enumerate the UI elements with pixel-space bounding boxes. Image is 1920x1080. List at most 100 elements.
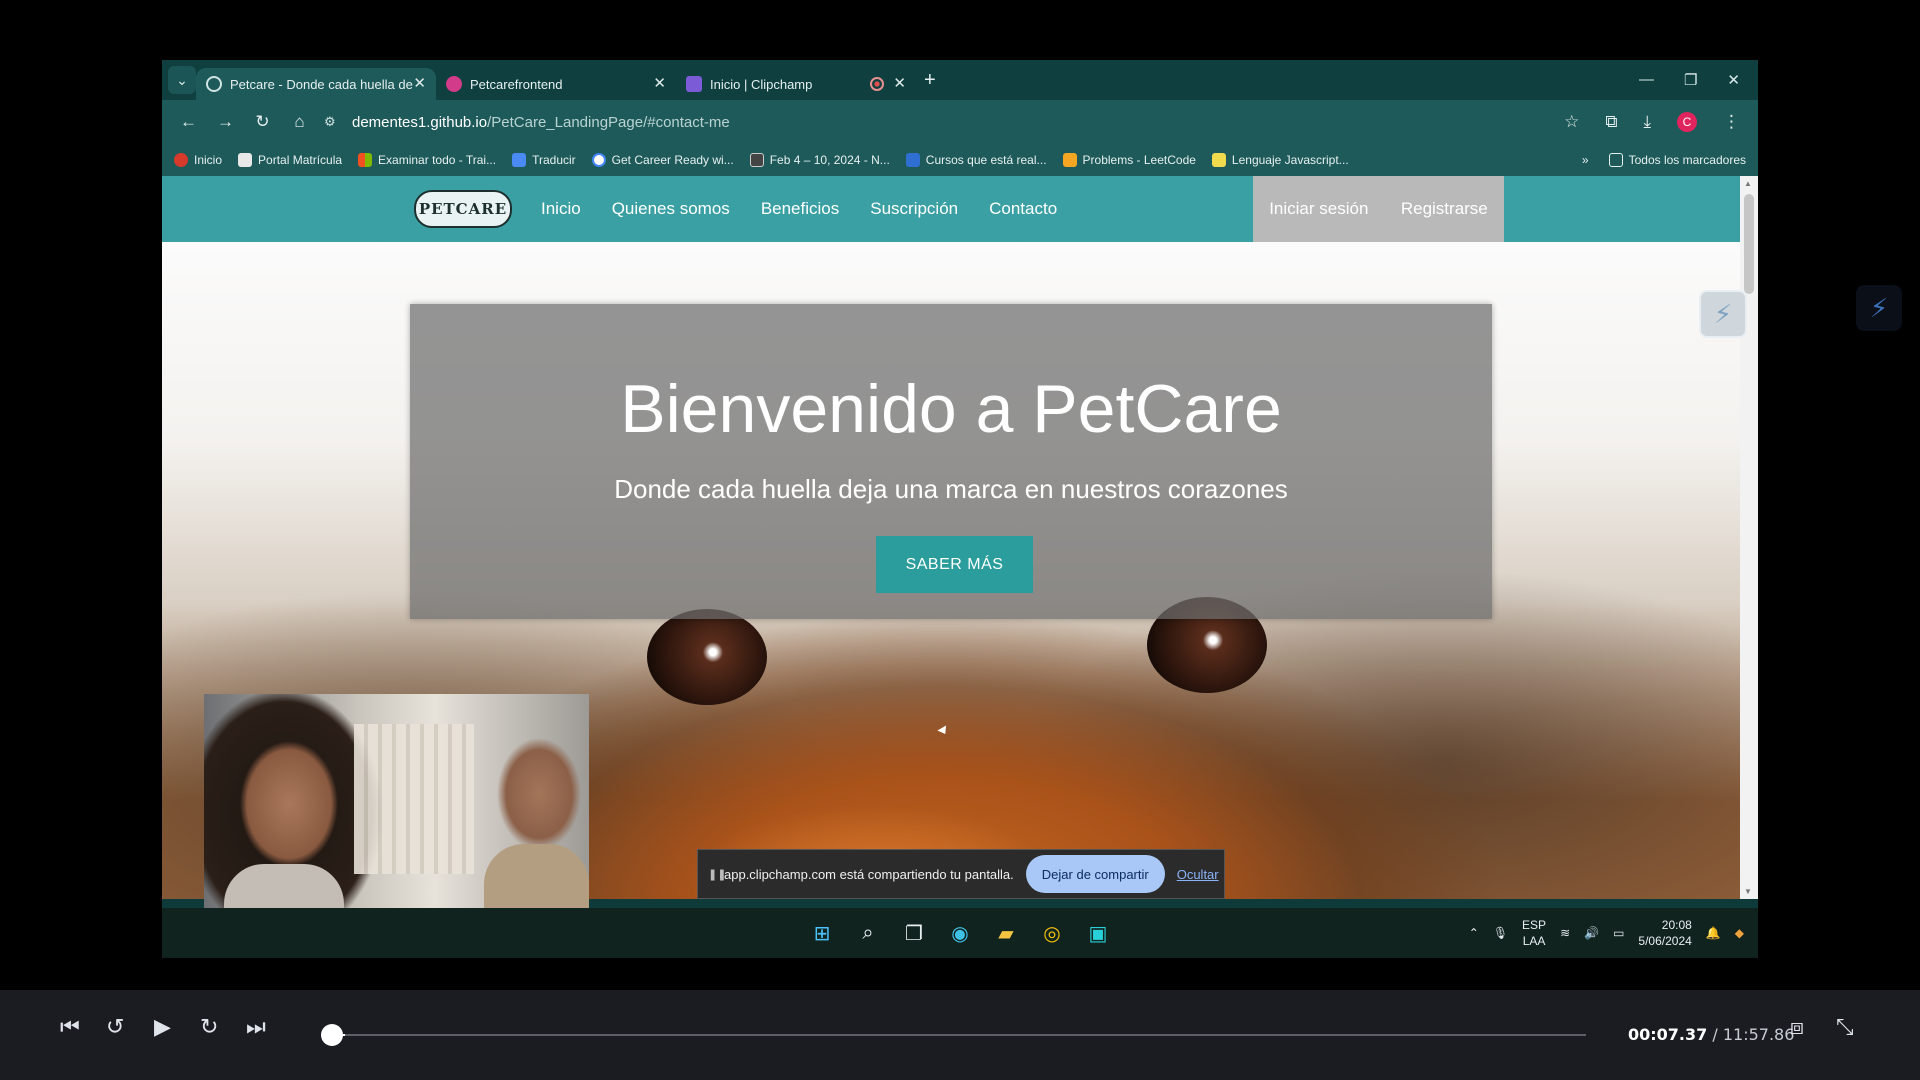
menu-icon[interactable]: ⋮ xyxy=(1723,112,1740,132)
page-scrollbar[interactable]: ▲ ▼ xyxy=(1740,176,1758,899)
close-tab-icon[interactable]: ✕ xyxy=(653,74,666,92)
playback-time: 00:07.37 / 11:57.86 xyxy=(1628,1025,1795,1044)
site-navbar: PETCARE Inicio Quienes somos Beneficios … xyxy=(162,176,1740,242)
more-bookmarks-icon[interactable]: » xyxy=(1582,153,1589,167)
task-view-icon[interactable]: ❐ xyxy=(898,917,930,949)
toolbar-icons: ☆ ⧉ ⤓ C ⋮ xyxy=(1564,112,1758,132)
tab-title: Petcare - Donde cada huella de xyxy=(230,76,413,92)
edge-icon[interactable]: ◉ xyxy=(944,917,976,949)
window-controls: — ❐ ✕ xyxy=(1639,71,1758,89)
seek-knob[interactable] xyxy=(321,1024,343,1046)
language-indicator[interactable]: ESP LAA xyxy=(1522,917,1546,949)
bookmarks-bar: Inicio Portal Matrícula Examinar todo - … xyxy=(162,144,1758,176)
bookmark-item[interactable]: Problems - LeetCode xyxy=(1062,153,1196,167)
login-link[interactable]: Iniciar sesión xyxy=(1269,199,1368,219)
clock[interactable]: 20:08 5/06/2024 xyxy=(1638,917,1691,949)
webcam-person-right xyxy=(484,844,589,910)
back-icon[interactable]: ← xyxy=(170,112,207,132)
webstorm-icon[interactable]: ▣ xyxy=(1082,917,1114,949)
clipchamp-icon xyxy=(686,76,702,92)
notifications-icon[interactable]: 🔔 xyxy=(1706,926,1721,940)
nav-link-beneficios[interactable]: Beneficios xyxy=(761,199,839,219)
new-tab-icon[interactable]: + xyxy=(924,69,936,92)
play-icon[interactable]: ▶ xyxy=(154,1014,171,1040)
tab-clipchamp[interactable]: Inicio | Clipchamp ✕ xyxy=(676,68,916,100)
seek-bar[interactable] xyxy=(332,1034,1586,1036)
site-settings-icon[interactable]: ⚙ xyxy=(324,114,352,130)
skip-to-start-icon[interactable]: ⏮ xyxy=(60,1014,80,1040)
chrome-icon[interactable]: ◎ xyxy=(1036,917,1068,949)
scroll-down-icon[interactable]: ▼ xyxy=(1744,887,1752,896)
tab-search-icon[interactable]: ⌄ xyxy=(168,66,196,94)
bookmark-item[interactable]: Lenguaje Javascript... xyxy=(1211,153,1349,167)
petcare-logo[interactable]: PETCARE xyxy=(414,190,512,228)
tab-title: Inicio | Clipchamp xyxy=(710,76,813,92)
search-icon[interactable]: ⌕ xyxy=(852,917,884,949)
nav-link-contacto[interactable]: Contacto xyxy=(989,199,1057,219)
saber-mas-button[interactable]: SABER MÁS xyxy=(876,536,1033,593)
webcam-curtain xyxy=(354,724,474,874)
tab-petcarefrontend[interactable]: Petcarefrontend ✕ xyxy=(436,68,676,100)
drag-handle-icon[interactable]: ❚❚ xyxy=(708,868,726,881)
all-bookmarks-folder[interactable]: Todos los marcadores xyxy=(1608,153,1746,167)
close-tab-icon[interactable]: ✕ xyxy=(893,74,906,92)
file-explorer-icon[interactable]: ▰ xyxy=(990,917,1022,949)
reload-icon[interactable]: ↻ xyxy=(244,112,281,132)
system-tray: ⌃ 🎙 ESP LAA ≋ 🔊 ▭ 20:08 5/06/2024 🔔 ◆ xyxy=(1469,908,1758,958)
register-link[interactable]: Registrarse xyxy=(1401,199,1488,219)
bookmark-item[interactable]: Inicio xyxy=(174,153,222,167)
extension-lightning-icon[interactable]: ⚡ xyxy=(1856,285,1902,331)
bookmark-item[interactable]: Feb 4 – 10, 2024 - N... xyxy=(749,153,890,167)
nav-link-quienes-somos[interactable]: Quienes somos xyxy=(612,199,730,219)
windows-start-icon[interactable]: ⊞ xyxy=(806,917,838,949)
scroll-up-icon[interactable]: ▲ xyxy=(1744,179,1752,188)
stop-sharing-button[interactable]: Dejar de compartir xyxy=(1025,855,1165,893)
address-bar[interactable]: ⚙ dementes1.github.io/PetCare_LandingPag… xyxy=(324,106,1564,138)
webcam-person-left xyxy=(224,864,344,910)
minimize-icon[interactable]: — xyxy=(1639,71,1654,89)
tab-petcare[interactable]: Petcare - Donde cada huella de ✕ xyxy=(196,68,436,100)
forward-5-icon[interactable]: ↻ xyxy=(200,1014,218,1040)
nav-link-inicio[interactable]: Inicio xyxy=(541,199,581,219)
hero-subtitle: Donde cada huella deja una marca en nues… xyxy=(614,474,1288,504)
nav-link-suscripcion[interactable]: Suscripción xyxy=(870,199,958,219)
globe-icon xyxy=(206,76,222,92)
bookmark-item[interactable]: Portal Matrícula xyxy=(238,153,342,167)
hide-share-bar-link[interactable]: Ocultar xyxy=(1177,867,1219,882)
forward-icon[interactable]: → xyxy=(207,112,244,132)
share-message: app.clipchamp.com está compartiendo tu p… xyxy=(724,866,1014,882)
volume-icon[interactable]: 🔊 xyxy=(1584,926,1599,940)
exit-fullscreen-icon[interactable]: ⤡ xyxy=(1836,1014,1854,1040)
wifi-icon[interactable]: ≋ xyxy=(1560,926,1570,940)
snapshot-icon[interactable]: ⧈ xyxy=(1790,1014,1804,1040)
copilot-icon[interactable]: ◆ xyxy=(1735,926,1744,940)
microphone-icon[interactable]: 🎙 xyxy=(1493,926,1508,940)
bookmark-item[interactable]: Traducir xyxy=(512,153,576,167)
tab-strip: ⌄ Petcare - Donde cada huella de ✕ Petca… xyxy=(162,60,1758,100)
hero-card: Bienvenido a PetCare Donde cada huella d… xyxy=(410,304,1492,619)
close-tab-icon[interactable]: ✕ xyxy=(413,74,426,92)
bookmark-item[interactable]: Get Career Ready wi... xyxy=(591,153,734,167)
dog-eye-left xyxy=(647,609,767,705)
extension-float-icon[interactable]: ⚡ xyxy=(1699,290,1747,338)
scrollbar-thumb[interactable] xyxy=(1744,194,1754,294)
show-hidden-icons-icon[interactable]: ⌃ xyxy=(1469,926,1479,940)
bookmark-star-icon[interactable]: ☆ xyxy=(1564,112,1579,132)
windows-taskbar: ⊞ ⌕ ❐ ◉ ▰ ◎ ▣ ⌃ 🎙 ESP LAA ≋ 🔊 ▭ 20:08 5/… xyxy=(162,908,1758,958)
screen-share-bar: ❚❚ app.clipchamp.com está compartiendo t… xyxy=(697,849,1225,899)
webcam-overlay xyxy=(204,694,589,910)
restore-icon[interactable]: ❐ xyxy=(1684,71,1697,89)
extensions-icon[interactable]: ⧉ xyxy=(1605,112,1617,132)
profile-avatar[interactable]: C xyxy=(1677,112,1697,132)
close-window-icon[interactable]: ✕ xyxy=(1727,71,1740,89)
bookmark-item[interactable]: Examinar todo - Trai... xyxy=(358,153,496,167)
battery-icon[interactable]: ▭ xyxy=(1613,926,1624,940)
rewind-5-icon[interactable]: ↺ xyxy=(106,1014,124,1040)
tab-title: Petcarefrontend xyxy=(470,76,563,92)
skip-to-end-icon[interactable]: ⏭ xyxy=(246,1014,266,1040)
url-host: dementes1.github.io xyxy=(352,113,488,131)
download-icon[interactable]: ⤓ xyxy=(1643,112,1651,132)
hero-title: Bienvenido a PetCare xyxy=(620,371,1282,447)
bookmark-item[interactable]: Cursos que está real... xyxy=(905,153,1047,167)
home-icon[interactable]: ⌂ xyxy=(281,112,318,132)
